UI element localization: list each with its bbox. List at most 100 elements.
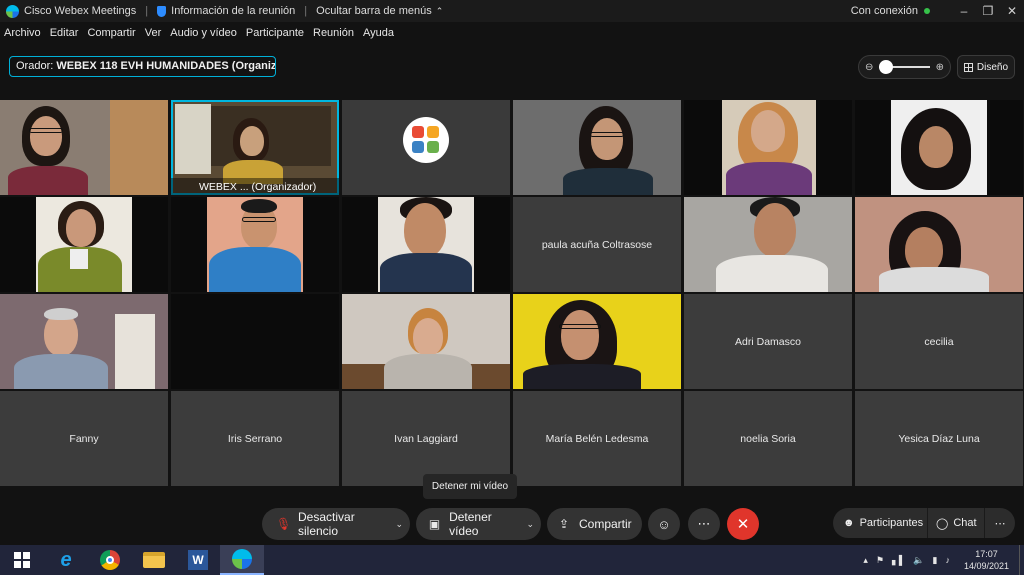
chrome-taskbar[interactable]	[88, 545, 132, 575]
volume-icon[interactable]: 🔈	[913, 555, 924, 566]
chevron-up-icon[interactable]: ⌃	[436, 6, 444, 17]
windows-logo-icon	[14, 552, 30, 568]
speaker-indicator[interactable]: Orador: WEBEX 118 EVH HUMANIDADES (Organ…	[9, 56, 276, 77]
webex-icon	[232, 549, 252, 569]
menu-ayuda[interactable]: Ayuda	[363, 27, 394, 39]
video-tile[interactable]	[0, 294, 168, 389]
zoom-knob[interactable]	[879, 60, 894, 74]
name-tile[interactable]: noelia Soria	[684, 391, 852, 486]
app-title: Cisco Webex Meetings	[24, 5, 137, 17]
video-tile[interactable]	[0, 100, 168, 195]
more-panels-button[interactable]: ⋯	[985, 517, 1015, 530]
share-label: Compartir	[579, 517, 632, 531]
menu-reunion[interactable]: Reunión	[313, 27, 354, 39]
name-tile[interactable]: María Belén Ledesma	[513, 391, 681, 486]
internet-explorer-taskbar[interactable]: e	[44, 545, 88, 575]
chrome-icon	[100, 550, 120, 570]
start-button[interactable]	[0, 545, 44, 575]
microphone-muted-icon: 🎙	[276, 517, 292, 531]
leave-meeting-button[interactable]: ✕	[727, 508, 759, 540]
title-bar: Cisco Webex Meetings | Información de la…	[0, 0, 1024, 22]
close-icon: ✕	[736, 516, 750, 533]
stop-video-button[interactable]: ▣ Detener vídeo ⌄	[416, 508, 541, 540]
video-tile[interactable]	[684, 197, 852, 292]
name-tile[interactable]: Ivan Laggiard	[342, 391, 510, 486]
hide-menu-link[interactable]: Ocultar barra de menús	[316, 5, 432, 17]
word-taskbar[interactable]: W	[176, 545, 220, 575]
name-tile[interactable]: paula acuña Coltrasose	[513, 197, 681, 292]
clock-time: 17:07	[975, 549, 998, 559]
share-button[interactable]: ⇪ Compartir	[547, 508, 642, 540]
name-tile[interactable]: Fanny	[0, 391, 168, 486]
name-tile[interactable]: Adri Damasco	[684, 294, 852, 389]
participant-name: paula acuña Coltrasose	[541, 238, 653, 251]
share-icon: ⇪	[558, 517, 570, 531]
person-icon: ☻	[843, 517, 855, 529]
video-tile[interactable]	[0, 197, 168, 292]
webex-taskbar[interactable]	[220, 545, 264, 575]
shield-icon	[157, 5, 167, 17]
video-tile[interactable]	[171, 197, 339, 292]
file-explorer-taskbar[interactable]	[132, 545, 176, 575]
flag-icon[interactable]: ⚑	[876, 555, 884, 566]
video-tile[interactable]	[342, 294, 510, 389]
menu-compartir[interactable]: Compartir	[87, 27, 135, 39]
show-desktop-button[interactable]	[1019, 545, 1024, 575]
group-logo-icon	[403, 117, 449, 163]
video-tile-logo[interactable]	[342, 100, 510, 195]
zoom-out-icon[interactable]: ⊖	[865, 62, 873, 73]
video-tooltip: Detener mi vídeo	[423, 474, 517, 499]
chevron-up-icon[interactable]: ▴	[863, 555, 868, 566]
video-tile-active[interactable]: WEBEX ... (Organizador)	[171, 100, 339, 195]
smiley-icon: ☺	[657, 516, 671, 532]
connection-status: Con conexión	[850, 5, 918, 17]
ellipsis-icon: ⋯	[994, 517, 1006, 530]
grid-icon	[963, 62, 973, 72]
participants-button[interactable]: ☻ Participantes	[833, 517, 927, 529]
zoom-slider[interactable]: ⊖ ⊕	[858, 55, 951, 79]
sound-icon[interactable]: ♪	[945, 555, 950, 565]
video-tile[interactable]	[342, 197, 510, 292]
video-tile[interactable]	[171, 294, 339, 389]
reactions-button[interactable]: ☺	[648, 508, 680, 540]
menu-archivo[interactable]: Archivo	[4, 27, 41, 39]
restore-button[interactable]: ❐	[976, 4, 1000, 18]
zoom-in-icon[interactable]: ⊕	[936, 62, 944, 73]
chat-button[interactable]: ◯ Chat	[928, 517, 984, 530]
chat-label: Chat	[953, 517, 977, 529]
close-window-button[interactable]: ✕	[1000, 4, 1024, 18]
name-tile[interactable]: Yesica Díaz Luna	[855, 391, 1023, 486]
chevron-down-icon[interactable]: ⌄	[519, 519, 541, 530]
chat-bubble-icon: ◯	[936, 517, 949, 530]
clock[interactable]: 17:07 14/09/2021	[964, 548, 1009, 572]
menu-audio-video[interactable]: Audio y vídeo	[170, 27, 237, 39]
more-options-button[interactable]: ⋯	[688, 508, 720, 540]
title-separator: |	[304, 5, 308, 17]
participant-name: Iris Serrano	[227, 432, 283, 445]
zoom-track[interactable]	[879, 60, 930, 74]
internet-explorer-icon: e	[60, 548, 72, 571]
video-tile[interactable]	[855, 197, 1023, 292]
minimize-button[interactable]: –	[952, 4, 976, 18]
participant-name: Adri Damasco	[735, 335, 801, 348]
meeting-info-link[interactable]: Información de la reunión	[171, 5, 295, 17]
name-tile[interactable]: cecilia	[855, 294, 1023, 389]
video-tile[interactable]	[513, 294, 681, 389]
video-tile[interactable]	[513, 100, 681, 195]
layout-button[interactable]: Diseño	[957, 55, 1015, 79]
unmute-label: Desactivar silencio	[298, 510, 355, 538]
participant-name: Fanny	[69, 432, 99, 445]
unmute-button[interactable]: 🎙 Desactivar silencio ⌄	[262, 508, 410, 540]
participant-name: Yesica Díaz Luna	[898, 432, 980, 445]
network-icon[interactable]: ▖▌	[892, 555, 905, 566]
webex-logo-icon	[6, 4, 19, 18]
menu-editar[interactable]: Editar	[50, 27, 79, 39]
layout-label: Diseño	[976, 61, 1009, 73]
name-tile[interactable]: Iris Serrano	[171, 391, 339, 486]
battery-icon[interactable]: ▮	[933, 555, 938, 566]
video-tile[interactable]	[855, 100, 1023, 195]
menu-ver[interactable]: Ver	[145, 27, 162, 39]
menu-participante[interactable]: Participante	[246, 27, 304, 39]
video-tile[interactable]	[684, 100, 852, 195]
chevron-down-icon[interactable]: ⌄	[388, 519, 410, 530]
